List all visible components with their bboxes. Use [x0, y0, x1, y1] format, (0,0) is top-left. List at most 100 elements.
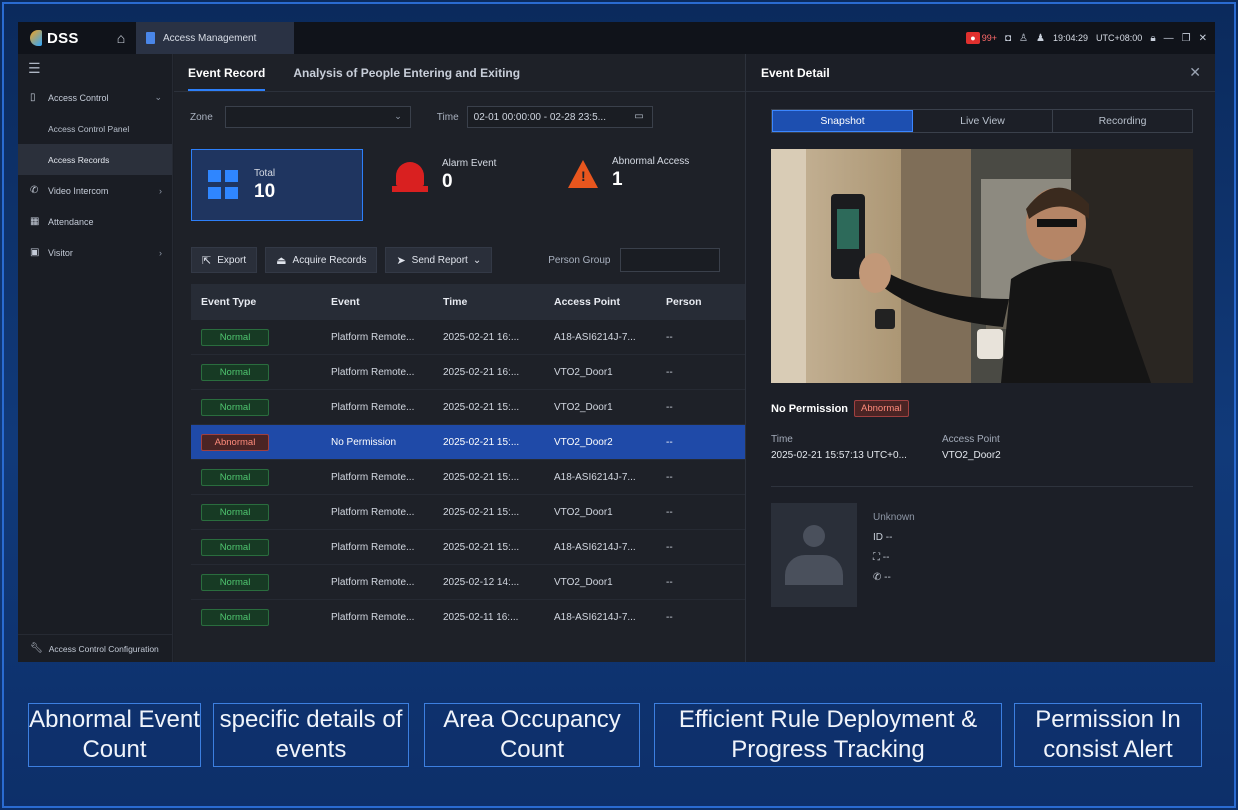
table-cell: A18-ASI6214J-7...	[554, 611, 636, 623]
time-range-input[interactable]: 02-01 00:00:00 - 02-28 23:5... ▭	[466, 106, 653, 128]
table-row[interactable]: Normal Platform Remote... 2025-02-21 15:..…	[191, 530, 745, 565]
sidebar-item-visitor[interactable]: ▣ Visitor ›	[18, 237, 172, 268]
access-management-icon	[146, 32, 155, 44]
zone-select[interactable]: ⌄	[224, 106, 411, 128]
restore-icon[interactable]: ❐	[1182, 33, 1191, 44]
segment-recording[interactable]: Recording	[1053, 110, 1192, 132]
status-badge: Normal	[201, 398, 269, 416]
meta-time-value: 2025-02-21 15:57:13 UTC+0...	[771, 450, 907, 461]
table-cell: Platform Remote...	[331, 331, 415, 343]
send-report-button[interactable]: ➤ Send Report ⌄	[385, 247, 493, 273]
col-person[interactable]: Person	[666, 296, 745, 308]
segment-snapshot[interactable]: Snapshot	[772, 110, 913, 132]
time-range-value: 02-01 00:00:00 - 02-28 23:5...	[473, 111, 606, 123]
acquire-records-button[interactable]: ⏏ Acquire Records	[265, 247, 378, 273]
stat-abnormal-card[interactable]: ! Abnormal Access 1	[568, 156, 689, 191]
person-group-input[interactable]	[620, 248, 721, 272]
table-cell: VTO2_Door1	[554, 401, 613, 413]
sidebar-item-label: Visitor	[48, 247, 73, 258]
chevron-down-icon: ⌄	[154, 92, 162, 102]
table-row[interactable]: Normal Platform Remote... 2025-02-21 15:..…	[191, 390, 745, 425]
tab-event-record[interactable]: Event Record	[188, 66, 266, 91]
detail-title: Event Detail	[761, 65, 830, 80]
cell-event-type: Normal	[191, 398, 331, 416]
table-cell: VTO2_Door1	[554, 576, 613, 588]
bell-icon[interactable]: ●	[966, 32, 980, 44]
table-cell: A18-ASI6214J-7...	[554, 331, 636, 343]
caption-area-occupancy: Area Occupancy Count	[424, 703, 640, 767]
sidebar-item-access-records[interactable]: Access Records	[18, 144, 172, 175]
sidebar-item-video-intercom[interactable]: ✆ Video Intercom ›	[18, 175, 172, 206]
home-icon[interactable]: ⌂	[106, 22, 136, 54]
col-access-point[interactable]: Access Point	[554, 296, 666, 308]
table-cell: --	[666, 611, 673, 623]
menu-hamburger-icon[interactable]: ☰	[18, 54, 172, 82]
meta-time-label: Time	[771, 434, 793, 445]
col-event-type[interactable]: Event Type	[191, 296, 331, 308]
table-row[interactable]: Normal Platform Remote... 2025-02-21 16:..…	[191, 320, 745, 355]
person-name: Unknown	[873, 512, 915, 523]
segment-live-view[interactable]: Live View	[913, 110, 1053, 132]
sidebar-item-label: Video Intercom	[48, 185, 109, 196]
eject-icon: ⏏	[276, 254, 287, 267]
table-cell: 2025-02-21 16:...	[443, 331, 520, 343]
person-phone: --	[884, 572, 891, 583]
table-cell: 2025-02-21 15:...	[443, 506, 520, 518]
alarm-light-icon	[392, 156, 428, 194]
dss-app-window: DSS ⌂ Access Management ● 99+ ◘ ♙ ♟ 19:0…	[18, 22, 1215, 662]
table-row[interactable]: Normal Platform Remote... 2025-02-21 16:..…	[191, 355, 745, 390]
sidebar-item-access-control[interactable]: ▯ Access Control ⌄	[18, 82, 172, 113]
sidebar-item-access-control-panel[interactable]: Access Control Panel	[18, 113, 172, 144]
filter-bar: Zone ⌄ Time 02-01 00:00:00 - 02-28 23:5.…	[174, 92, 745, 142]
avatar	[771, 503, 857, 607]
lock-icon[interactable]: 🔒︎	[1150, 33, 1155, 44]
wrench-icon: 🔧︎	[30, 643, 43, 654]
logo-text: DSS	[47, 29, 79, 47]
caption-rule-deployment: Efficient Rule Deployment & Progress Tra…	[654, 703, 1002, 767]
table-cell: --	[666, 401, 673, 413]
table-cell: 2025-02-21 15:...	[443, 401, 520, 413]
snapshot-image[interactable]	[771, 149, 1193, 383]
table-row[interactable]: Normal Platform Remote... 2025-02-11 16:..…	[191, 600, 745, 630]
table-row[interactable]: Abnormal No Permission 2025-02-21 15:... VT…	[191, 425, 745, 460]
warning-icon: !	[568, 159, 598, 188]
status-badge: Abnormal	[854, 400, 909, 417]
sidebar-item-access-control-configuration[interactable]: 🔧︎ Access Control Configuration	[18, 634, 173, 662]
cell-event-type: Normal	[191, 538, 331, 556]
col-time[interactable]: Time	[443, 296, 554, 308]
clock-time: 19:04:29	[1052, 33, 1089, 43]
stat-abnormal-value: 1	[612, 169, 623, 190]
stat-alarm-card[interactable]: Alarm Event 0	[392, 156, 496, 194]
table-row[interactable]: Normal Platform Remote... 2025-02-21 15:..…	[191, 495, 745, 530]
tab-access-management-label: Access Management	[163, 32, 257, 44]
table-cell: 2025-02-12 14:...	[443, 576, 520, 588]
person-group-label: Person Group	[548, 254, 611, 266]
meta-ap-label: Access Point	[942, 434, 1000, 445]
sidebar-item-attendance[interactable]: ▦ Attendance	[18, 206, 172, 237]
export-button[interactable]: ⇱ Export	[191, 247, 258, 273]
status-badge: Normal	[201, 538, 269, 556]
user-icon[interactable]: ♟	[1036, 33, 1045, 44]
tab-access-management[interactable]: Access Management	[136, 22, 295, 54]
table-cell: --	[666, 541, 673, 553]
tab-analysis[interactable]: Analysis of People Entering and Exiting	[293, 66, 520, 91]
stat-total-card[interactable]: Total 10	[191, 149, 363, 221]
user-group-icon[interactable]: ♙	[1019, 33, 1028, 44]
phone-icon: ✆	[873, 572, 885, 583]
close-icon[interactable]: ✕	[1199, 33, 1207, 44]
person-dept: --	[882, 552, 890, 563]
cell-event-type: Normal	[191, 363, 331, 381]
table-cell: Platform Remote...	[331, 576, 415, 588]
table-row[interactable]: Normal Platform Remote... 2025-02-12 14:..…	[191, 565, 745, 600]
export-icon: ⇱	[202, 254, 212, 267]
col-event[interactable]: Event	[331, 296, 443, 308]
video-icon[interactable]: ◘	[1005, 33, 1011, 44]
status-badge: Normal	[201, 608, 269, 626]
close-icon[interactable]: ✕	[1189, 64, 1201, 81]
table-cell: --	[666, 331, 673, 343]
minimize-icon[interactable]: —	[1164, 33, 1174, 44]
table-row[interactable]: Normal Platform Remote... 2025-02-21 15:..…	[191, 460, 745, 495]
status-badge: Normal	[201, 363, 269, 381]
table-cell: Platform Remote...	[331, 611, 415, 623]
cell-event-type: Normal	[191, 503, 331, 521]
